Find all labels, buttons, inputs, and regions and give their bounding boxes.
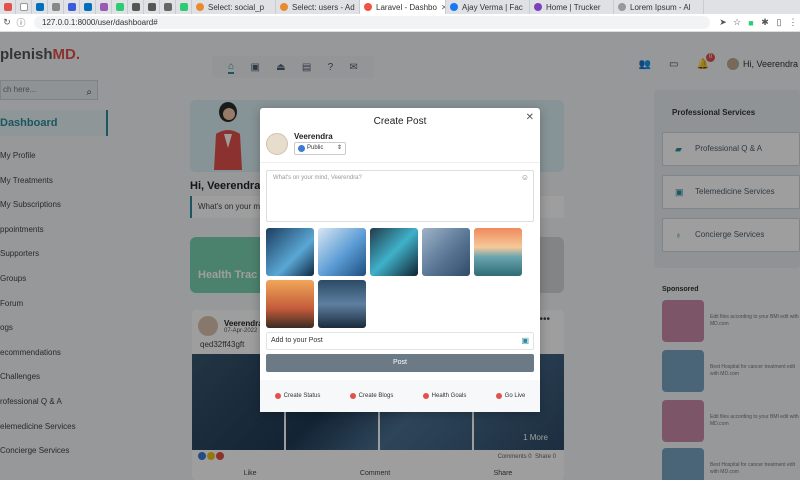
footer-label: Go Live [504, 393, 526, 399]
footer-label: Create Status [283, 393, 321, 399]
privacy-value: Public [307, 145, 324, 151]
photo-thumbnail[interactable] [422, 228, 470, 276]
modal-title: Create Post [373, 116, 427, 127]
reload-icon[interactable]: ↻ [0, 17, 14, 28]
pinned-tab[interactable] [96, 0, 112, 14]
tab-label: Laravel - Dashbo [376, 2, 437, 12]
post-textarea[interactable]: What's on your mind, Veerendra? ☺ [266, 170, 534, 222]
blog-icon [349, 393, 356, 399]
tab-label: Lorem Ipsum - Al [630, 2, 691, 12]
browser-tab[interactable]: Ajay Verma | Fac [446, 0, 530, 14]
browser-tab[interactable]: Select: social_p [192, 0, 276, 14]
post-user-name: Veerendra [294, 132, 333, 141]
url-field[interactable]: 127.0.0.1:8000/user/dashboard# [34, 16, 710, 29]
pinned-tab[interactable] [0, 0, 16, 14]
photo-thumbnail[interactable] [266, 228, 314, 276]
browser-tabbar: Select: social_p Select: users - Ad Lara… [0, 0, 800, 14]
close-icon[interactable]: ✕ [526, 112, 534, 123]
pinned-tab[interactable] [144, 0, 160, 14]
emoji-icon[interactable]: ☺ [521, 173, 529, 182]
footer-label: Health Goals [431, 393, 467, 399]
pinned-tab[interactable] [160, 0, 176, 14]
avatar [266, 133, 288, 155]
heart-icon [422, 393, 429, 399]
modal-header: Create Post ✕ Veerendra Public ⇕ [260, 108, 540, 163]
go-live-button[interactable]: Go Live [495, 393, 526, 399]
status-icon [274, 393, 281, 399]
health-goals-button[interactable]: Health Goals [422, 393, 467, 399]
tab-label: Select: social_p [208, 2, 265, 12]
tab-label: Select: users - Ad [292, 2, 355, 12]
live-icon [495, 393, 502, 399]
share-icon[interactable]: ➤ [716, 17, 730, 28]
pinned-tab[interactable] [48, 0, 64, 14]
tab-favicon-icon [196, 3, 204, 11]
post-button[interactable]: Post [266, 354, 534, 372]
photo-thumbnail[interactable] [370, 228, 418, 276]
address-bar: ↻ ⓘ 127.0.0.1:8000/user/dashboard# ➤ ☆ ■… [0, 14, 800, 32]
extension-icon[interactable]: ■ [744, 18, 758, 28]
photo-thumbnail[interactable] [474, 228, 522, 276]
menu-icon[interactable]: ⋮ [786, 17, 800, 28]
privacy-select[interactable]: Public ⇕ [294, 142, 346, 155]
photo-thumbnail[interactable] [318, 280, 366, 328]
photo-thumbnail[interactable] [318, 228, 366, 276]
sidebar-icon[interactable]: ▯ [772, 17, 786, 28]
tab-label: Home | Trucker [546, 2, 601, 12]
globe-icon [298, 145, 305, 152]
info-icon[interactable]: ⓘ [14, 16, 28, 29]
puzzle-icon[interactable]: ✱ [758, 17, 772, 28]
create-status-button[interactable]: Create Status [274, 393, 321, 399]
create-post-modal: Create Post ✕ Veerendra Public ⇕ What's o… [260, 108, 540, 412]
pinned-tab[interactable] [176, 0, 192, 14]
pinned-tab[interactable] [128, 0, 144, 14]
footer-label: Create Blogs [358, 393, 394, 399]
pinned-tab[interactable] [80, 0, 96, 14]
tab-favicon-icon [450, 3, 458, 11]
pinned-tab[interactable] [16, 0, 32, 14]
browser-tab-active[interactable]: Laravel - Dashbo✕ [360, 0, 446, 14]
tab-favicon-icon [618, 3, 626, 11]
pinned-tab[interactable] [64, 0, 80, 14]
tab-favicon-icon [280, 3, 288, 11]
modal-footer: Create Status Create Blogs Health Goals … [260, 380, 540, 412]
post-placeholder: What's on your mind, Veerendra? [273, 175, 362, 181]
photo-thumbnail[interactable] [266, 280, 314, 328]
pinned-tab[interactable] [32, 0, 48, 14]
tab-label: Ajay Verma | Fac [462, 2, 523, 12]
browser-tab[interactable]: Lorem Ipsum - Al [614, 0, 704, 14]
chevron-down-icon: ⇕ [336, 145, 342, 151]
add-to-post-bar[interactable]: Add to your Post ▣ [266, 332, 534, 350]
pinned-tab[interactable] [112, 0, 128, 14]
browser-tab[interactable]: Home | Trucker [530, 0, 614, 14]
browser-tab[interactable]: Select: users - Ad [276, 0, 360, 14]
tab-favicon-icon [364, 3, 372, 11]
star-icon[interactable]: ☆ [730, 17, 744, 28]
add-to-post-label: Add to your Post [271, 337, 323, 344]
tab-favicon-icon [534, 3, 542, 11]
create-blogs-button[interactable]: Create Blogs [349, 393, 394, 399]
photo-icon[interactable]: ▣ [521, 333, 529, 349]
